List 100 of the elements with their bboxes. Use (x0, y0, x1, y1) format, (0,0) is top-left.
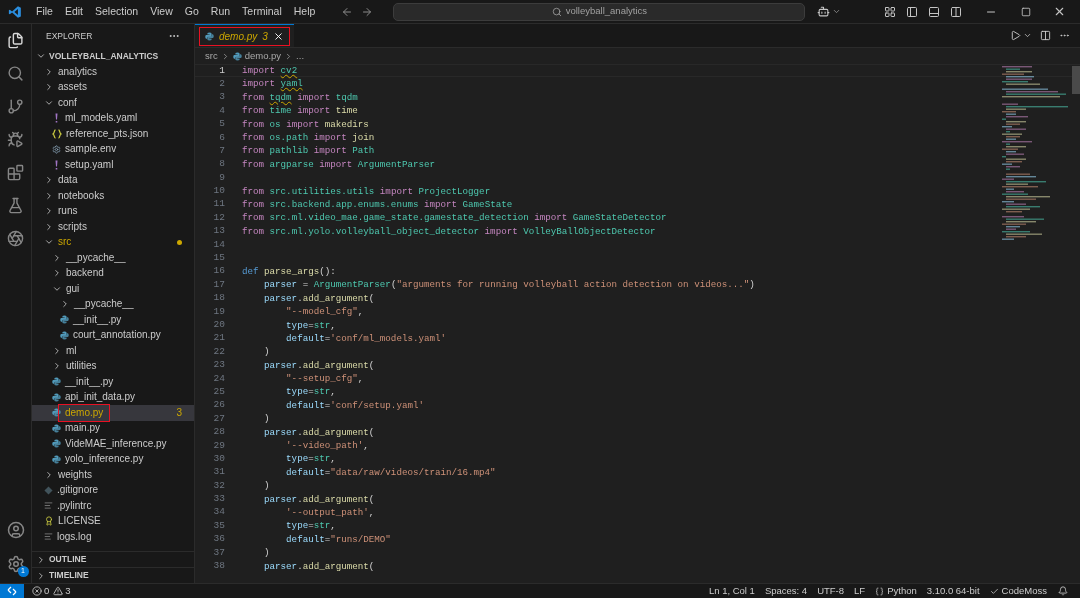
close-icon[interactable] (1053, 5, 1066, 18)
split-editor-icon[interactable] (1040, 30, 1051, 41)
chevron-down-icon[interactable] (832, 7, 842, 16)
menu-item[interactable]: Run (204, 3, 237, 20)
folder-item[interactable]: data (32, 172, 194, 188)
line-number: 36 (212, 532, 225, 547)
folder-item[interactable]: utilities (32, 358, 194, 374)
folder-item[interactable]: conf (32, 95, 194, 111)
folder-item[interactable]: runs (32, 203, 194, 219)
sidebar-toggle-icon[interactable] (906, 5, 918, 18)
code-line: '--output_path', (285, 508, 375, 518)
breadcrumb-item[interactable]: src (205, 48, 218, 64)
folder-item[interactable]: notebooks (32, 188, 194, 204)
folder-item[interactable]: gui (32, 281, 194, 297)
explorer-entry[interactable]: __init__.py (32, 374, 194, 390)
status-item[interactable]: Ln 1, Col 1 (708, 583, 755, 598)
menu-item[interactable]: Edit (58, 3, 89, 20)
folder-item[interactable]: analytics (32, 64, 194, 80)
explorer-entry[interactable]: demo.py 3 (32, 405, 194, 421)
line-number: 14 (212, 237, 225, 252)
folder-item[interactable]: scripts (32, 219, 194, 235)
copilot-icon[interactable] (817, 5, 831, 18)
status-item[interactable]: Python (887, 583, 917, 598)
line-number: 19 (212, 304, 225, 319)
menu-item[interactable]: Selection (89, 3, 145, 20)
explorer-entry[interactable]: court_annotation.py (32, 327, 194, 343)
explorer-entry[interactable]: VideMAE_inference.py (32, 436, 194, 452)
explorer-entry[interactable]: setup.yaml (32, 157, 194, 173)
menu-item[interactable]: Help (287, 3, 322, 20)
explorer-entry[interactable]: main.py (32, 420, 194, 436)
scrollbar-thumb[interactable] (1072, 66, 1080, 94)
split-layout-icon[interactable] (950, 5, 962, 18)
line-number: 11 (212, 197, 225, 212)
explorer-entry[interactable]: ml_models.yaml (32, 110, 194, 126)
explorer-entry[interactable]: LICENSE (32, 513, 194, 529)
workspace-header[interactable]: VOLLEYBALL_ANALYTICS (32, 48, 194, 64)
lines-icon (44, 501, 53, 511)
explorer-entry[interactable]: .gitignore (32, 482, 194, 498)
explorer-entry[interactable]: sample.env (32, 141, 194, 157)
warning-count[interactable]: 3 (65, 583, 71, 598)
status-item[interactable]: UTF-8 (817, 583, 845, 598)
line-number: 13 (212, 224, 225, 239)
panel-section-header[interactable]: OUTLINE (32, 551, 194, 567)
explorer-entry[interactable]: yolo_inference.py (32, 451, 194, 467)
line-number: 23 (212, 358, 225, 373)
code-line: ) (263, 347, 270, 357)
code-line: import cv2 (242, 66, 298, 76)
command-center[interactable]: volleyball_analytics (393, 2, 806, 21)
menu-item[interactable]: View (144, 3, 179, 20)
panel-toggle-icon[interactable] (928, 5, 940, 18)
source-control-icon[interactable] (7, 98, 24, 115)
settings-icon[interactable] (6, 555, 25, 573)
python-file-icon (60, 315, 69, 325)
item-label: __init__.py (73, 314, 122, 325)
status-item[interactable]: LF (854, 583, 866, 598)
code-line: '--video_path', (285, 441, 369, 451)
run-icon[interactable] (1010, 30, 1021, 41)
maximize-icon[interactable] (1021, 6, 1031, 17)
explorer-entry[interactable]: logs.log (32, 529, 194, 545)
notifications-icon[interactable] (1058, 586, 1068, 596)
flask-icon[interactable] (7, 197, 24, 214)
folder-item[interactable]: __pycache__ (32, 296, 194, 312)
explorer-entry[interactable]: api_init_data.py (32, 389, 194, 405)
explorer-entry[interactable]: reference_pts.json (32, 126, 194, 142)
menu-item[interactable]: File (30, 3, 59, 20)
error-count[interactable]: 0 (44, 583, 50, 598)
code-line: import yaml (242, 79, 303, 89)
search-icon[interactable] (7, 65, 24, 82)
menu-item[interactable]: Go (178, 3, 205, 20)
forward-icon[interactable] (361, 5, 374, 18)
explorer-icon[interactable] (7, 32, 24, 49)
explorer-entry[interactable]: __init__.py (32, 312, 194, 328)
extensions-icon[interactable] (7, 164, 24, 181)
account-icon[interactable] (6, 521, 25, 539)
folder-item[interactable]: __pycache__ (32, 250, 194, 266)
menu-item[interactable]: Terminal (236, 3, 288, 20)
folder-item[interactable]: weights (32, 467, 194, 483)
back-icon[interactable] (341, 5, 354, 18)
chevron-down-icon[interactable] (1023, 31, 1032, 40)
remote-button[interactable] (0, 584, 24, 598)
code-line: type=str, (285, 521, 336, 531)
status-item[interactable]: CodeMoss (1001, 583, 1047, 598)
warning-icon (53, 586, 64, 596)
item-label: analytics (58, 66, 97, 77)
problem-count: 3 (176, 406, 182, 421)
folder-item[interactable]: assets (32, 79, 194, 95)
folder-item[interactable]: ml (32, 343, 194, 359)
code-line: parser = ArgumentParser("arguments for running volleyball action detection on videos...") (263, 280, 755, 290)
layout-icon[interactable] (884, 5, 896, 18)
line-number: 5 (218, 117, 225, 132)
breadcrumb-item[interactable]: ... (296, 48, 305, 64)
breadcrumb-item[interactable]: demo.py (244, 48, 282, 64)
explorer-entry[interactable]: .pylintrc (32, 498, 194, 514)
folder-item[interactable]: backend (32, 265, 194, 281)
folder-item[interactable]: src (32, 234, 194, 250)
close-icon[interactable] (272, 30, 284, 42)
status-item[interactable]: Spaces: 4 (764, 583, 808, 598)
editor-tab[interactable]: demo.py 3 (195, 24, 294, 47)
run-debug-icon[interactable] (7, 131, 24, 148)
status-item[interactable]: 3.10.0 64-bit (926, 583, 980, 598)
